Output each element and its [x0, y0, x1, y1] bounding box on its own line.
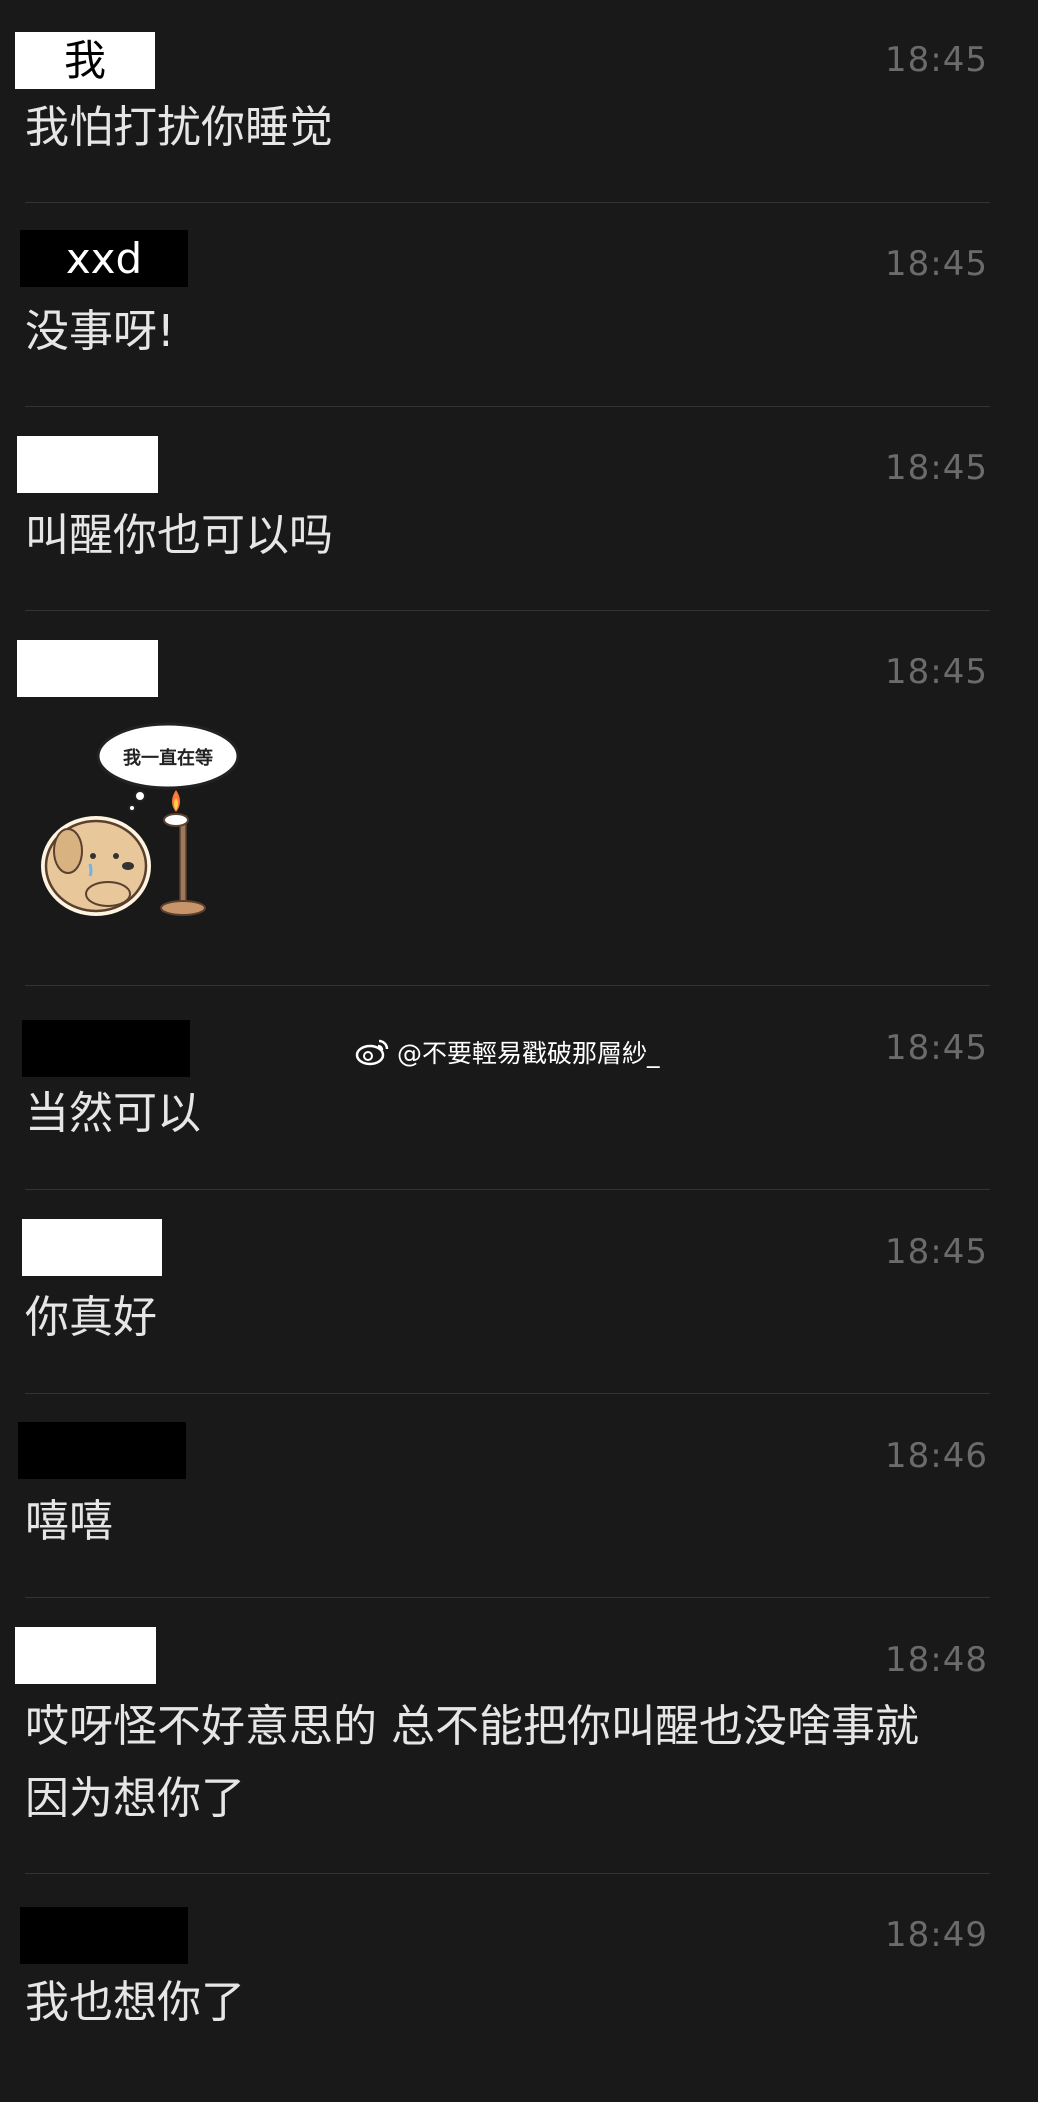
- message-text: 叫醒你也可以吗: [25, 510, 333, 561]
- divider: [25, 406, 990, 407]
- sender-name: xxd: [20, 230, 188, 287]
- watermark-text: @不要輕易戳破那層紗_: [397, 1039, 660, 1068]
- message-time: 18:45: [885, 1028, 988, 1068]
- sender-name: [17, 436, 158, 493]
- sender-name: [22, 1020, 190, 1077]
- message-time: 18:45: [885, 1232, 988, 1272]
- divider: [25, 1597, 990, 1598]
- message-text: 我怕打扰你睡觉: [25, 102, 333, 153]
- sender-name: [15, 1627, 156, 1684]
- sender-name: [20, 1907, 188, 1964]
- sticker-caption: 我一直在等: [123, 747, 213, 769]
- message-text: 哎呀怪不好意思的 总不能把你叫醒也没啥事就 因为想你了: [25, 1701, 919, 1824]
- message-time: 18:45: [885, 652, 988, 692]
- divider: [25, 202, 990, 203]
- watermark: @不要輕易戳破那層紗_: [355, 1034, 660, 1070]
- sticker-image[interactable]: 我一直在等: [28, 716, 258, 931]
- message-text: 当然可以: [25, 1088, 201, 1139]
- message-time: 18:45: [885, 40, 988, 80]
- message-time: 18:46: [885, 1436, 988, 1476]
- divider: [25, 1189, 990, 1190]
- divider: [25, 1393, 990, 1394]
- message-time: 18:48: [885, 1640, 988, 1680]
- sender-name: [22, 1219, 162, 1276]
- divider: [25, 1873, 990, 1874]
- message-time: 18:45: [885, 448, 988, 488]
- message-text: 没事呀!: [25, 306, 175, 357]
- sender-name: [18, 1422, 186, 1479]
- message-text: 嘻嘻: [25, 1496, 113, 1547]
- weibo-icon: [355, 1039, 389, 1066]
- divider: [25, 985, 990, 986]
- message-time: 18:49: [885, 1915, 988, 1955]
- sender-name: [17, 640, 158, 697]
- message-text: 你真好: [25, 1292, 157, 1343]
- message-text: 我也想你了: [25, 1977, 245, 2028]
- message-time: 18:45: [885, 244, 988, 284]
- divider: [25, 610, 990, 611]
- sender-name: 我: [15, 32, 155, 89]
